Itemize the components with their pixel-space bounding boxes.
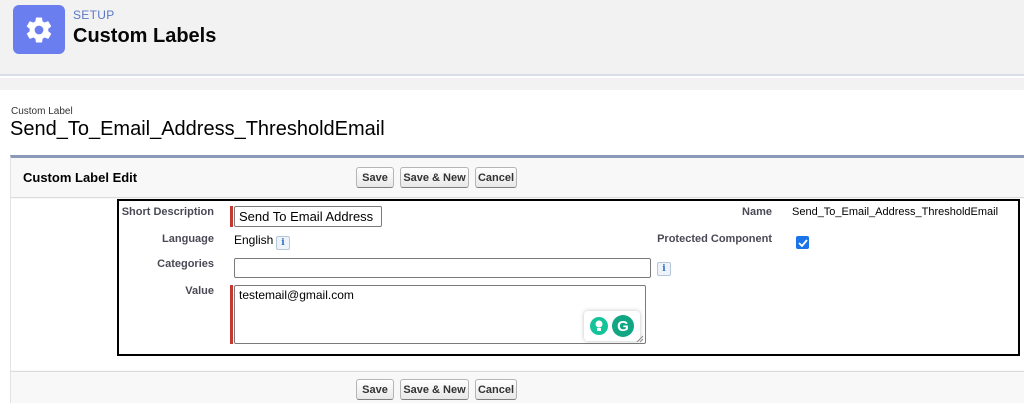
grammarly-logo-icon[interactable]: G — [612, 315, 634, 337]
save-and-new-button[interactable]: Save & New — [400, 167, 469, 188]
value-label: Value — [185, 285, 214, 297]
record-title: Send_To_Email_Address_ThresholdEmail — [10, 118, 385, 140]
name-value: Send_To_Email_Address_ThresholdEmail — [792, 206, 999, 218]
block-header: Custom Label Edit Save Save & New Cancel — [11, 158, 1024, 198]
language-value: English — [234, 233, 274, 247]
short-description-input[interactable] — [234, 206, 382, 227]
setup-eyebrow: SETUP — [73, 8, 115, 22]
required-indicator — [230, 206, 233, 227]
record-type-label: Custom Label — [11, 106, 73, 117]
block-footer: Save Save & New Cancel — [11, 371, 1024, 406]
info-icon[interactable]: i — [276, 236, 290, 250]
checkmark-icon — [797, 238, 808, 247]
cancel-button[interactable]: Cancel — [475, 167, 517, 188]
page-title: Custom Labels — [73, 25, 217, 47]
protected-component-label: Protected Component — [657, 233, 772, 245]
name-label: Name — [742, 206, 772, 218]
save-button[interactable]: Save — [356, 167, 394, 188]
protected-component-checkbox[interactable] — [796, 236, 809, 249]
gear-icon — [13, 5, 65, 54]
save-and-new-button-bottom[interactable]: Save & New — [400, 379, 469, 400]
save-button-bottom[interactable]: Save — [356, 379, 394, 400]
value-required-indicator — [230, 285, 233, 344]
block-title: Custom Label Edit — [23, 170, 138, 185]
setup-header: SETUP Custom Labels — [0, 0, 1024, 76]
language-label: Language — [162, 233, 214, 245]
lightbulb-icon[interactable] — [590, 317, 608, 335]
header-divider-band — [0, 78, 1024, 90]
categories-info-icon[interactable]: i — [657, 262, 671, 276]
grammarly-widget[interactable]: G — [584, 311, 640, 341]
custom-label-edit-block: Custom Label Edit Save Save & New Cancel… — [10, 155, 1024, 403]
resize-handle-icon[interactable] — [636, 335, 644, 343]
short-description-label: Short Description — [121, 206, 214, 218]
categories-label: Categories — [157, 258, 214, 270]
cancel-button-bottom[interactable]: Cancel — [475, 379, 517, 400]
categories-input[interactable] — [234, 258, 651, 278]
